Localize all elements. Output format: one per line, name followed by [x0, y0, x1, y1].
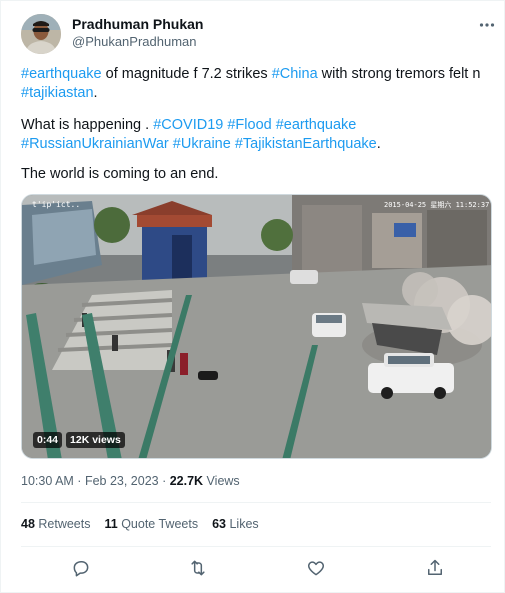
- quotes-label: Quote Tweets: [117, 517, 199, 531]
- engagement-stats: 48 Retweets 11 Quote Tweets 63 Likes: [21, 517, 273, 531]
- tweet-text-paragraph-2: What is happening . #COVID19 #Flood #ear…: [21, 116, 496, 154]
- hashtag-link[interactable]: #Ukraine: [173, 136, 231, 152]
- tweet-date[interactable]: Feb 23, 2023: [85, 474, 159, 488]
- avatar-image: [21, 14, 61, 54]
- retweets-stat[interactable]: 48 Retweets: [21, 517, 91, 531]
- author-handle[interactable]: @PhukanPradhuman: [72, 34, 197, 49]
- hashtag-link[interactable]: #RussianUkrainianWar: [21, 136, 169, 152]
- video-overlay-channel: t'ip'ict..: [32, 200, 80, 209]
- author-name[interactable]: Pradhuman Phukan: [72, 16, 203, 32]
- tweet-text: with strong tremors felt n: [317, 66, 481, 82]
- quotes-stat[interactable]: 11 Quote Tweets: [105, 517, 199, 531]
- tweet-text: .: [93, 85, 98, 101]
- tweet-text: of magnitude f 7.2 strikes: [101, 66, 272, 82]
- tweet-text-paragraph-1: #earthquake of magnitude f 7.2 strikes #…: [21, 65, 496, 103]
- likes-label: Likes: [226, 517, 259, 531]
- meta-separator: ·: [73, 474, 85, 488]
- retweets-label: Retweets: [34, 517, 91, 531]
- video-badges: 0:44 12K views: [33, 432, 125, 448]
- tweet-text: What is happening .: [21, 117, 154, 133]
- hashtag-link[interactable]: #tajikiastan: [21, 85, 94, 101]
- tweet-card: Pradhuman Phukan @PhukanPradhuman #earth…: [0, 0, 505, 593]
- like-icon[interactable]: [306, 558, 326, 578]
- share-icon[interactable]: [425, 558, 445, 578]
- tweet-text-paragraph-3: The world is coming to an end.: [21, 166, 219, 182]
- hashtag-link[interactable]: #earthquake: [21, 66, 102, 82]
- divider: [21, 502, 491, 503]
- video-player[interactable]: t'ip'ict.. 2015-04-25 星期六 11:52:37: [21, 194, 492, 459]
- tweet-meta: 10:30 AM · Feb 23, 2023 · 22.7K Views: [21, 474, 240, 488]
- views-label: Views: [203, 474, 240, 488]
- hashtag-link[interactable]: #Flood: [227, 117, 271, 133]
- hashtag-link[interactable]: #earthquake: [276, 117, 357, 133]
- avatar[interactable]: [21, 14, 61, 54]
- likes-stat[interactable]: 63 Likes: [212, 517, 259, 531]
- video-overlay-timestamp: 2015-04-25 星期六 11:52:37: [384, 200, 489, 209]
- meta-separator: ·: [158, 474, 170, 488]
- hashtag-link[interactable]: #China: [272, 66, 318, 82]
- tweet-text: .: [376, 136, 381, 152]
- quotes-count: 11: [104, 517, 118, 531]
- hashtag-link[interactable]: #COVID19: [153, 117, 223, 133]
- reply-icon[interactable]: [71, 558, 91, 578]
- retweet-icon[interactable]: [188, 558, 208, 578]
- divider: [21, 546, 491, 547]
- retweets-count: 48: [21, 517, 35, 531]
- tweet-time[interactable]: 10:30 AM: [21, 474, 74, 488]
- video-views: 12K views: [66, 432, 125, 448]
- views-count: 22.7K: [169, 474, 204, 488]
- hashtag-link[interactable]: #TajikistanEarthquake: [235, 136, 377, 152]
- likes-count: 63: [212, 517, 226, 531]
- video-duration: 0:44: [33, 432, 63, 448]
- more-dots-icon[interactable]: [478, 16, 496, 34]
- video-thumbnail: t'ip'ict.. 2015-04-25 星期六 11:52:37: [22, 195, 491, 458]
